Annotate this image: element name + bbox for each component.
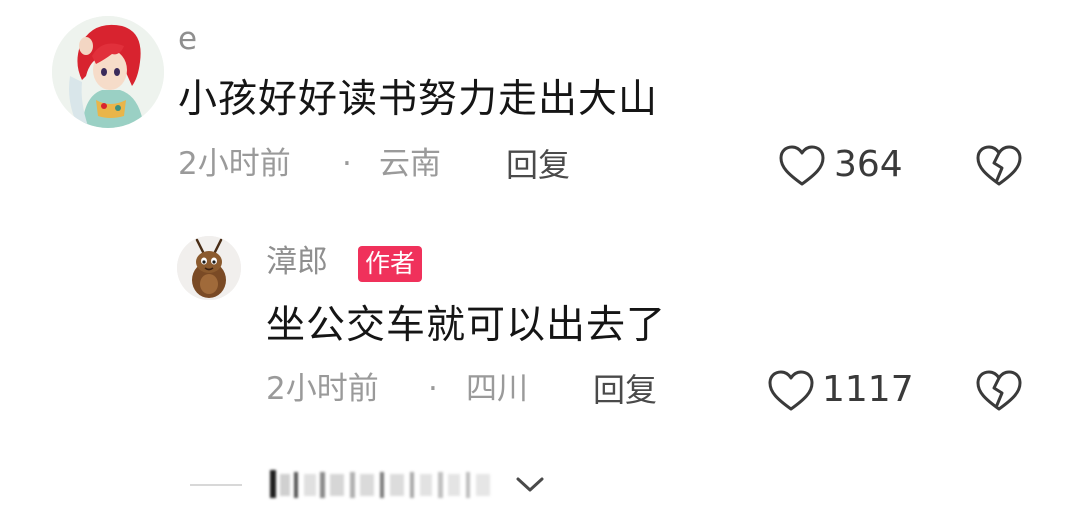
chevron-down-icon[interactable] [512,470,548,498]
reply-username[interactable]: 漳郎 [266,247,328,278]
reply-button[interactable]: 回复 [506,149,570,181]
anime-avatar-image [52,16,164,128]
reply-text: 坐公交车就可以出去了 [266,303,667,348]
reply-location: 四川 [466,371,528,407]
meta-separator: · [428,371,438,407]
heart-outline-icon[interactable] [767,369,815,413]
comment-username[interactable]: e [178,24,197,55]
like-count: 1117 [822,369,914,410]
broken-heart-icon[interactable] [974,369,1024,413]
expand-replies-button[interactable] [266,466,498,502]
reply-button[interactable]: 回复 [593,374,657,406]
expand-divider [190,484,242,486]
broken-heart-icon[interactable] [974,144,1024,188]
user-avatar-e[interactable] [52,16,164,128]
author-badge: 作者 [358,246,423,282]
comment-text: 小孩好好读书努力走出大山 [178,77,659,122]
user-avatar-zhanglang[interactable] [177,236,241,300]
heart-outline-icon[interactable] [778,144,826,188]
comment-location: 云南 [379,146,441,182]
like-count: 364 [834,144,903,185]
reply-time: 2小时前 [266,371,379,407]
creature-avatar-image [177,236,241,300]
meta-separator: · [342,146,352,182]
blurred-text-placeholder [270,470,490,498]
comment-time: 2小时前 [178,146,291,182]
